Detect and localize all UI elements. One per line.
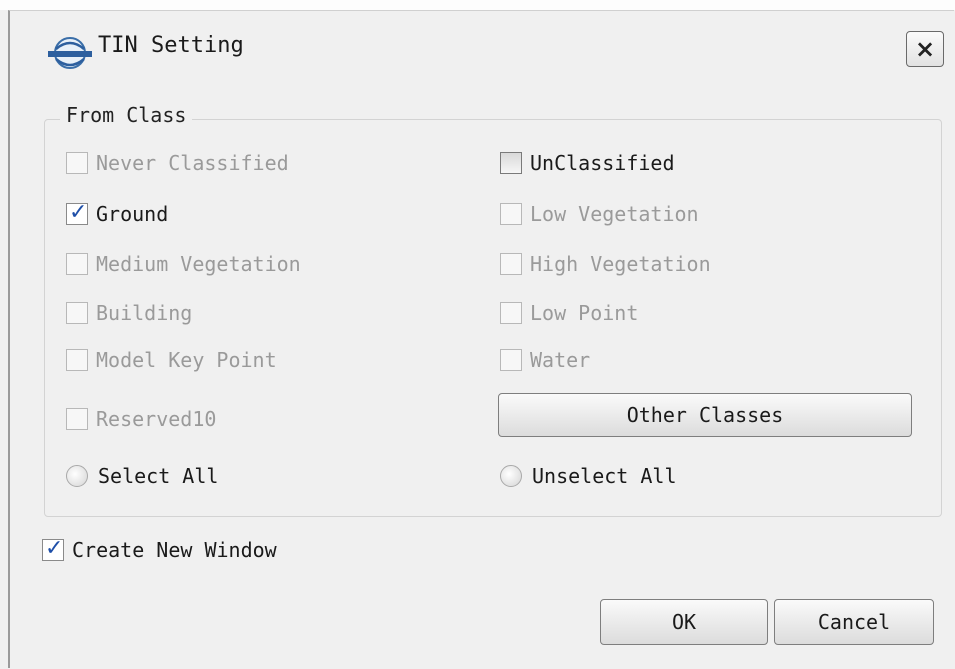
checkbox-low-point[interactable]: Low Point (500, 301, 638, 325)
checkbox-box[interactable] (42, 536, 64, 561)
checkbox-high-vegetation[interactable]: High Vegetation (500, 252, 711, 276)
checkbox-label: Low Point (530, 301, 639, 325)
checkbox-box[interactable] (66, 302, 88, 324)
radio-button[interactable] (66, 465, 88, 487)
checkbox-create-new-window[interactable]: Create New Window (42, 536, 277, 562)
radio-select-all[interactable]: Select All (66, 464, 218, 488)
checkbox-label: Building (96, 301, 193, 325)
ok-button[interactable]: OK (600, 599, 768, 645)
radio-label: Select All (98, 464, 219, 488)
close-button[interactable]: × (906, 31, 944, 67)
checkbox-box[interactable] (66, 349, 88, 371)
checkbox-label: Ground (96, 202, 169, 226)
from-class-label: From Class (60, 103, 193, 127)
dialog-title: TIN Setting (98, 33, 244, 58)
checkbox-box[interactable] (500, 253, 522, 275)
checkbox-label: Never Classified (96, 151, 289, 175)
checkbox-never-classified[interactable]: Never Classified (66, 151, 289, 175)
checkbox-unclassified[interactable]: UnClassified (500, 151, 675, 175)
checkbox-water[interactable]: Water (500, 348, 590, 372)
checkbox-model-key-point[interactable]: Model Key Point (66, 348, 277, 372)
title-bar: TIN Setting × (10, 11, 954, 73)
radio-button[interactable] (500, 465, 522, 487)
checkbox-box[interactable] (66, 253, 88, 275)
checkbox-low-vegetation[interactable]: Low Vegetation (500, 202, 699, 226)
top-strip (0, 0, 955, 10)
checkbox-label: High Vegetation (530, 252, 711, 276)
checkbox-label: Water (530, 348, 591, 372)
checkbox-medium-vegetation[interactable]: Medium Vegetation (66, 252, 301, 276)
checkbox-box[interactable] (500, 349, 522, 371)
tin-setting-dialog: TIN Setting × From Class Never Classifie… (8, 10, 954, 668)
checkbox-label: Medium Vegetation (96, 252, 301, 276)
checkbox-label: Create New Window (72, 538, 277, 562)
checkbox-box[interactable] (66, 408, 88, 430)
checkbox-building[interactable]: Building (66, 301, 192, 325)
checkbox-ground[interactable]: Ground (66, 200, 169, 226)
checkbox-box[interactable] (500, 152, 522, 174)
checkbox-box[interactable] (66, 152, 88, 174)
checkbox-box[interactable] (500, 203, 522, 225)
other-classes-button[interactable]: Other Classes (498, 393, 912, 437)
checkbox-label: Low Vegetation (530, 202, 699, 226)
checkbox-label: Model Key Point (96, 348, 277, 372)
app-logo-icon (48, 37, 92, 69)
cancel-button[interactable]: Cancel (774, 599, 934, 645)
checkbox-box[interactable] (66, 200, 88, 225)
checkbox-label: Reserved10 (96, 407, 217, 431)
checkbox-reserved10[interactable]: Reserved10 (66, 407, 216, 431)
radio-label: Unselect All (532, 464, 677, 488)
radio-unselect-all[interactable]: Unselect All (500, 464, 677, 488)
checkbox-label: UnClassified (530, 151, 675, 175)
checkbox-box[interactable] (500, 302, 522, 324)
